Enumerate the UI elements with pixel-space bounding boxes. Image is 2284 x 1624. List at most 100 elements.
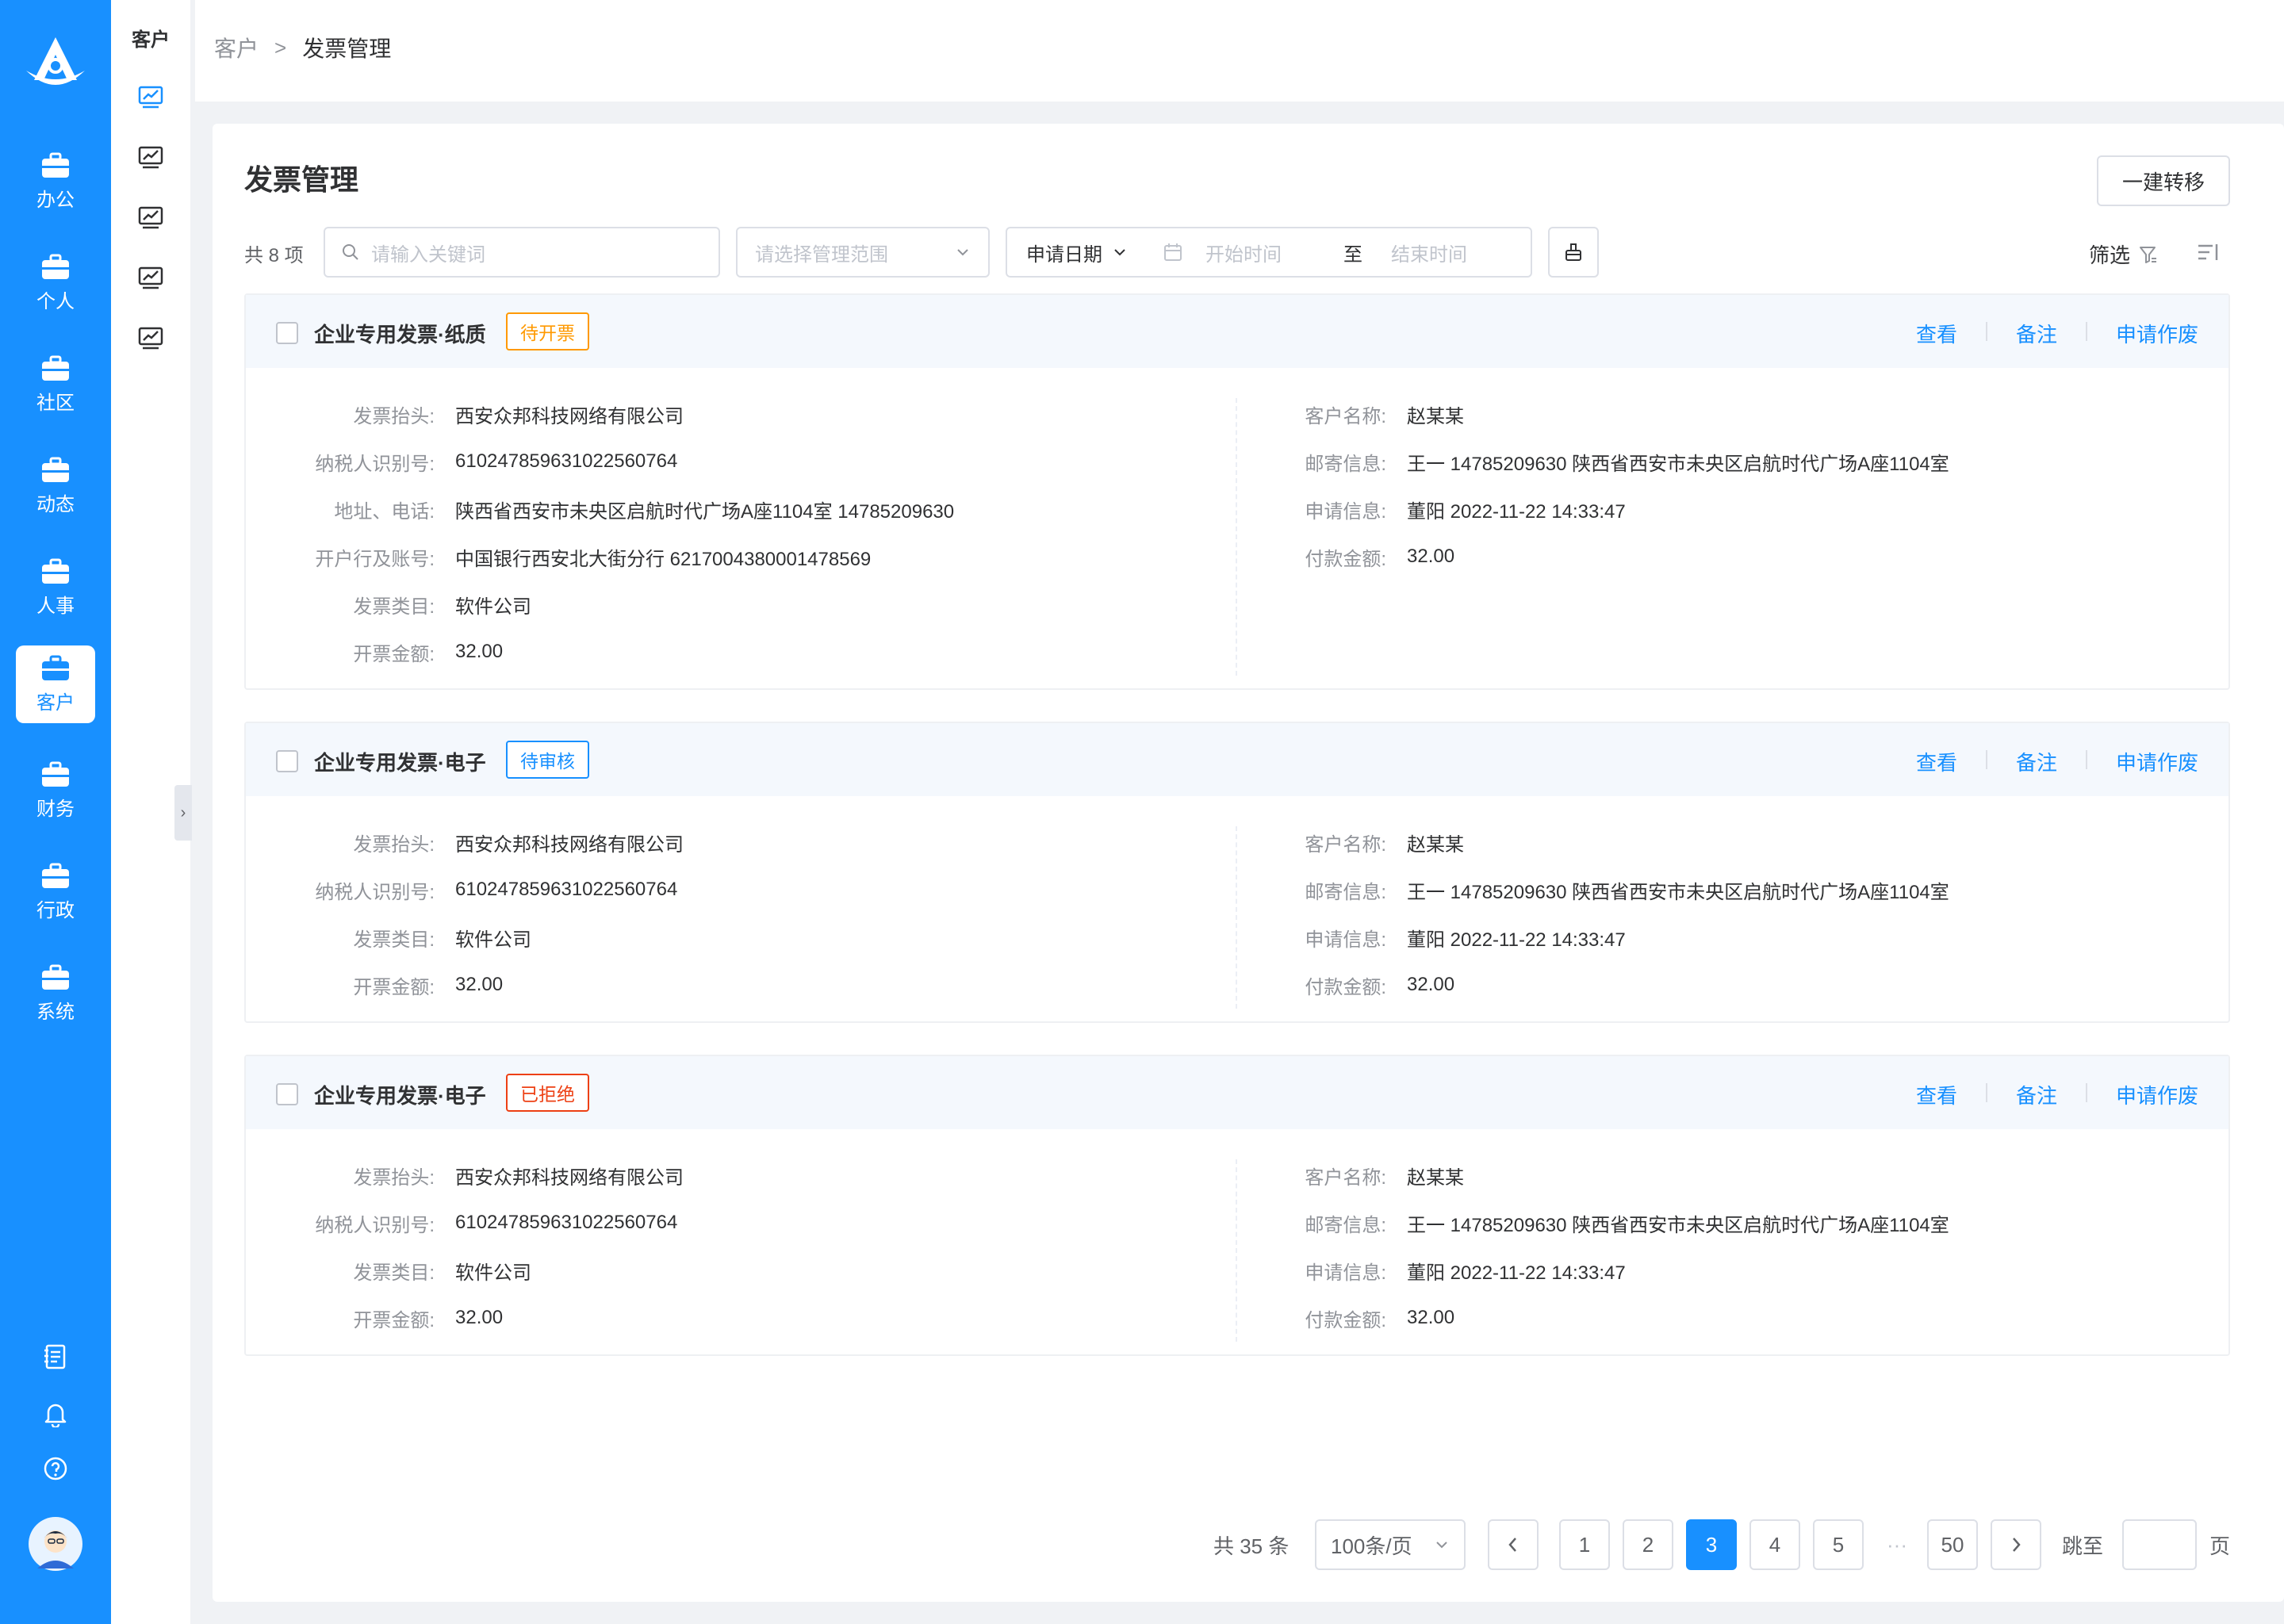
status-badge: 待审核 [506, 741, 589, 779]
field-label: 客户名称: [1305, 405, 1386, 427]
app-logo[interactable] [0, 29, 111, 100]
invoice-field: 邮寄信息: 王一 14785209630 陕西省西安市未央区启航时代广场A座110… [246, 446, 1949, 477]
nav-item[interactable]: 财务 [16, 752, 95, 829]
field-value: 王一 14785209630 陕西省西安市未央区启航时代广场A座1104室 [1407, 1214, 1949, 1236]
briefcase-icon [42, 655, 69, 680]
pagination-total: 共 35 条 [1213, 1534, 1290, 1558]
remark-button[interactable]: 备注 [2016, 1080, 2057, 1109]
filter-button[interactable]: 筛选 [2089, 239, 2159, 269]
field-value: 赵某某 [1407, 1166, 1464, 1189]
field-label: 邮寄信息: [1305, 453, 1386, 475]
chart-icon[interactable] [136, 143, 165, 171]
field-label: 申请信息: [1305, 500, 1386, 523]
total-count: 共 8 项 [244, 245, 304, 266]
chart-icon[interactable] [136, 263, 165, 292]
view-button[interactable]: 查看 [1916, 747, 1957, 776]
nav-item[interactable]: 动态 [16, 447, 95, 525]
field-label: 开票金额: [353, 643, 435, 665]
reset-filter-button[interactable] [1548, 227, 1599, 278]
page-suffix: 页 [2209, 1534, 2231, 1558]
page-button[interactable]: 5 [1813, 1519, 1864, 1570]
field-label: 邮寄信息: [1305, 1214, 1386, 1236]
chevron-right-icon [2013, 1538, 2021, 1552]
scope-select[interactable]: 请选择管理范围 [736, 227, 990, 278]
next-page-button[interactable] [1991, 1519, 2041, 1570]
nav-item-label: 社区 [36, 392, 75, 414]
nav-item[interactable]: 系统 [16, 955, 95, 1032]
column-settings-icon[interactable] [2197, 241, 2221, 267]
nav-item[interactable]: 个人 [16, 244, 95, 322]
void-request-button[interactable]: 申请作废 [2116, 747, 2198, 776]
nav-item[interactable]: 行政 [16, 853, 95, 931]
chevron-down-icon [1114, 249, 1125, 256]
field-label: 付款金额: [1305, 976, 1386, 998]
bulk-transfer-button[interactable]: 一建转移 [2097, 155, 2230, 206]
column-divider [1236, 398, 1237, 676]
invoice-checkbox[interactable] [276, 322, 298, 344]
view-button[interactable]: 查看 [1916, 319, 1957, 348]
page-size-select[interactable]: 100条/页 [1315, 1519, 1466, 1570]
invoice-field: 客户名称: 赵某某 [246, 1159, 1464, 1191]
void-request-button[interactable]: 申请作废 [2116, 1080, 2198, 1109]
invoice-field: 付款金额: 32.00 [246, 969, 1454, 1001]
page-button-last[interactable]: 50 [1927, 1519, 1978, 1570]
invoice-type: 企业专用发票·纸质 [314, 323, 486, 347]
invoice-checkbox[interactable] [276, 1083, 298, 1105]
chart-icon[interactable] [136, 82, 165, 111]
invoice-field: 申请信息: 董阳 2022-11-22 14:33:47 [246, 1254, 1626, 1286]
nav-item[interactable]: 社区 [16, 346, 95, 423]
remark-button[interactable]: 备注 [2016, 747, 2057, 776]
action-separator [2085, 322, 2087, 341]
date-type-label: 申请日期 [1026, 243, 1102, 266]
nav-item-label: 行政 [36, 899, 75, 921]
chevron-down-icon [957, 249, 968, 256]
invoice-card: 企业专用发票·电子 待审核 查看 备注 申请作废 发票抬头: 西安众邦科技网络有限公司 纳税人… [244, 722, 2230, 1023]
page-button[interactable]: 4 [1749, 1519, 1800, 1570]
search-placeholder: 请输入关键词 [371, 243, 485, 266]
nav-item[interactable]: 办公 [16, 143, 95, 220]
page-button[interactable]: 3 [1686, 1519, 1737, 1570]
briefcase-icon [42, 355, 69, 381]
breadcrumb-parent[interactable]: 客户 [214, 32, 259, 63]
jump-page-input[interactable] [2122, 1519, 2197, 1570]
search-input[interactable]: 请输入关键词 [324, 227, 720, 278]
field-value: 王一 14785209630 陕西省西安市未央区启航时代广场A座1104室 [1407, 453, 1949, 475]
page-button[interactable]: 1 [1559, 1519, 1610, 1570]
status-badge: 已拒绝 [506, 1074, 589, 1112]
nav-item[interactable]: 人事 [16, 549, 95, 626]
avatar[interactable] [0, 1516, 111, 1572]
chart-icon[interactable] [136, 324, 165, 352]
date-type-select[interactable]: 申请日期 [1026, 239, 1128, 266]
primary-sidebar: 办公个人社区动态人事客户财务行政系统 [0, 0, 111, 1624]
view-button[interactable]: 查看 [1916, 1080, 1957, 1109]
logo-icon [26, 37, 85, 85]
invoice-field: 开票金额: 32.00 [246, 636, 503, 668]
page-button[interactable]: 2 [1623, 1519, 1673, 1570]
start-date-input[interactable]: 开始时间 [1205, 239, 1324, 266]
briefcase-icon [42, 761, 69, 787]
bell-icon[interactable] [0, 1400, 111, 1427]
nav-item-label: 人事 [36, 595, 75, 617]
date-range-picker[interactable]: 申请日期 开始时间 至 结束时间 [1006, 227, 1532, 278]
invoice-field: 邮寄信息: 王一 14785209630 陕西省西安市未央区启航时代广场A座110… [246, 1207, 1949, 1239]
nav-item[interactable]: 客户 [16, 645, 95, 723]
field-value: 软件公司 [455, 596, 531, 618]
invoice-checkbox[interactable] [276, 750, 298, 772]
remark-button[interactable]: 备注 [2016, 319, 2057, 348]
top-bar [195, 0, 2284, 102]
pagination-ellipsis[interactable]: ··· [1880, 1519, 1914, 1570]
help-icon[interactable] [0, 1456, 111, 1481]
void-request-button[interactable]: 申请作废 [2116, 319, 2198, 348]
chevron-down-icon [1436, 1542, 1447, 1549]
action-separator [2085, 750, 2087, 769]
broom-icon [1565, 243, 1581, 261]
end-date-input[interactable]: 结束时间 [1391, 239, 1467, 266]
prev-page-button[interactable] [1488, 1519, 1539, 1570]
chart-icon[interactable] [136, 203, 165, 232]
field-value: 董阳 2022-11-22 14:33:47 [1407, 1262, 1626, 1284]
invoice-field: 客户名称: 赵某某 [246, 826, 1464, 858]
notes-icon[interactable] [0, 1343, 111, 1370]
invoice-actions: 查看 备注 申请作废 [1916, 747, 2198, 776]
collapse-sidebar-handle[interactable]: › [174, 785, 192, 841]
chevron-left-icon [1508, 1538, 1516, 1552]
